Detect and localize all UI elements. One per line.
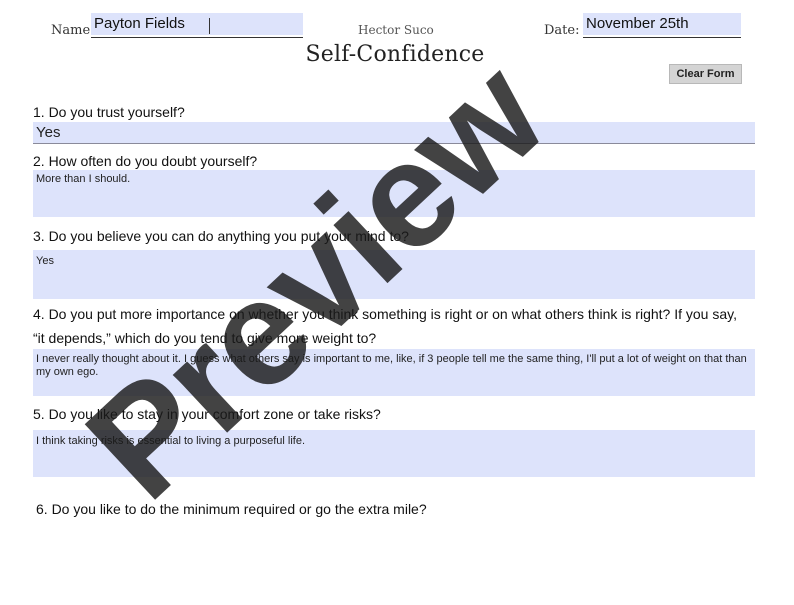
name-field[interactable]: Payton Fields — [91, 13, 303, 35]
question-5: 5. Do you like to stay in your comfort z… — [33, 406, 381, 422]
answer-3-text: Yes — [36, 255, 54, 267]
answer-2-text: More than I should. — [36, 173, 131, 185]
answer-5-text: I think taking risks is essential to liv… — [36, 435, 306, 447]
answer-2-field[interactable]: More than I should. — [33, 170, 755, 217]
date-label: Date: — [544, 23, 580, 38]
answer-1-field[interactable]: Yes — [33, 122, 755, 144]
answer-5-field[interactable]: I think taking risks is essential to liv… — [33, 430, 755, 477]
answer-4-text: I never really thought about it. I guess… — [36, 353, 747, 378]
question-6: 6. Do you like to do the minimum require… — [36, 501, 427, 517]
question-2: 2. How often do you doubt yourself? — [33, 153, 258, 169]
question-4-line-1: 4. Do you put more importance on whether… — [33, 306, 737, 322]
question-1: 1. Do you trust yourself? — [33, 104, 185, 120]
date-underline — [583, 37, 741, 38]
text-cursor — [209, 18, 210, 34]
date-value: November 25th — [586, 15, 689, 32]
question-3: 3. Do you believe you can do anything yo… — [33, 228, 409, 244]
name-label: Name: — [51, 23, 95, 38]
page-title: Self-Confidence — [305, 42, 485, 67]
date-field[interactable]: November 25th — [583, 13, 741, 35]
question-4-line-2: “it depends,” which do you tend to give … — [33, 330, 377, 346]
answer-4-field[interactable]: I never really thought about it. I guess… — [33, 349, 755, 396]
name-value: Payton Fields — [94, 15, 185, 32]
answer-3-field[interactable]: Yes — [33, 250, 755, 299]
answer-1-text: Yes — [36, 124, 61, 141]
name-underline — [91, 37, 303, 38]
author-name: Hector Suco — [358, 23, 434, 37]
clear-form-button[interactable]: Clear Form — [669, 64, 742, 84]
